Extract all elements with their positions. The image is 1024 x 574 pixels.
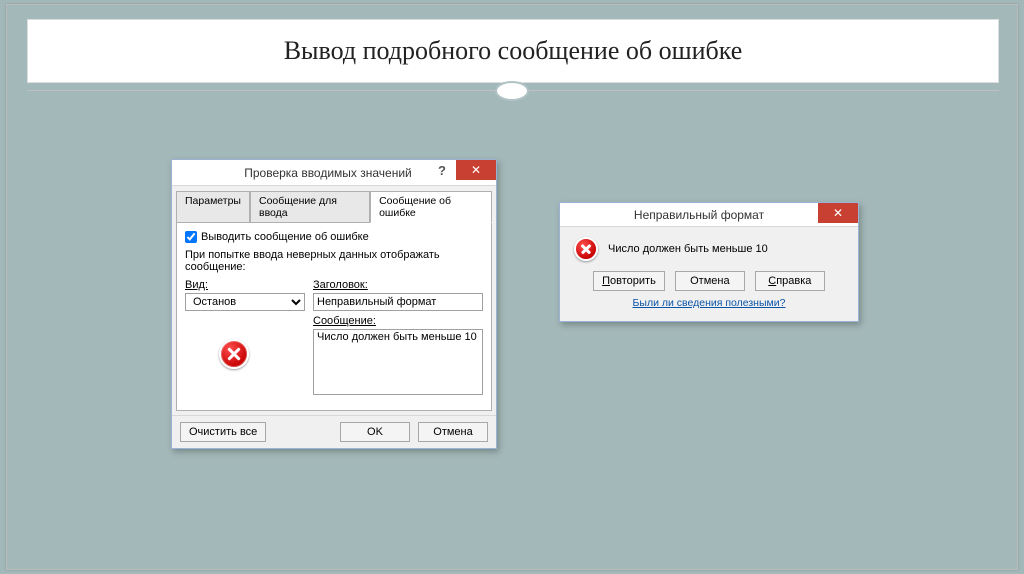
dialog2-titlebar[interactable]: Неправильный формат ✕ xyxy=(560,203,858,227)
cancel-button[interactable]: Отмена xyxy=(675,271,745,291)
retry-button[interactable]: Повторить xyxy=(593,271,665,291)
style-select[interactable]: Останов xyxy=(185,293,305,311)
error-icon xyxy=(219,339,249,369)
title-band: Вывод подробного сообщение об ошибке xyxy=(27,19,999,83)
tab-body: Выводить сообщение об ошибке При попытке… xyxy=(176,222,492,411)
slide-frame: Вывод подробного сообщение об ошибке Про… xyxy=(6,4,1018,570)
tabs: Параметры Сообщение для ввода Сообщение … xyxy=(172,186,496,222)
page-title: Вывод подробного сообщение об ошибке xyxy=(284,36,743,66)
help-icon[interactable]: ? xyxy=(428,160,456,180)
dialog1-titlebar[interactable]: Проверка вводимых значений ? ✕ xyxy=(172,160,496,186)
error-message-text: Число должен быть меньше 10 xyxy=(608,243,768,255)
instruction-text: При попытке ввода неверных данных отобра… xyxy=(185,249,483,273)
separator-ornament xyxy=(495,81,529,101)
dialog2-title: Неправильный формат xyxy=(560,208,858,222)
title-label: Заголовок: xyxy=(313,279,483,291)
tab-params[interactable]: Параметры xyxy=(176,191,250,223)
message-textarea[interactable]: Число должен быть меньше 10 xyxy=(313,329,483,395)
data-validation-dialog: Проверка вводимых значений ? ✕ Параметры… xyxy=(171,159,497,449)
close-icon[interactable]: ✕ xyxy=(456,160,496,180)
ok-button[interactable]: OK xyxy=(340,422,410,442)
show-error-label: Выводить сообщение об ошибке xyxy=(201,231,369,243)
show-error-checkbox-row[interactable]: Выводить сообщение об ошибке xyxy=(185,231,483,243)
error-message-dialog: Неправильный формат ✕ Число должен быть … xyxy=(559,202,859,322)
dialog2-body: Число должен быть меньше 10 Повторить От… xyxy=(560,227,858,321)
title-input[interactable] xyxy=(313,293,483,311)
message-label: Сообщение: xyxy=(313,315,483,327)
tab-error-alert[interactable]: Сообщение об ошибке xyxy=(370,191,492,223)
help-button[interactable]: Справка xyxy=(755,271,825,291)
dialog1-buttons: Очистить все OK Отмена xyxy=(172,415,496,448)
show-error-checkbox[interactable] xyxy=(185,231,197,243)
tab-input-message[interactable]: Сообщение для ввода xyxy=(250,191,370,223)
cancel-button[interactable]: Отмена xyxy=(418,422,488,442)
type-label: Вид: xyxy=(185,279,305,291)
close-icon[interactable]: ✕ xyxy=(818,203,858,223)
clear-all-button[interactable]: Очистить все xyxy=(180,422,266,442)
feedback-link[interactable]: Были ли сведения полезными? xyxy=(574,297,844,313)
error-icon xyxy=(574,237,598,261)
